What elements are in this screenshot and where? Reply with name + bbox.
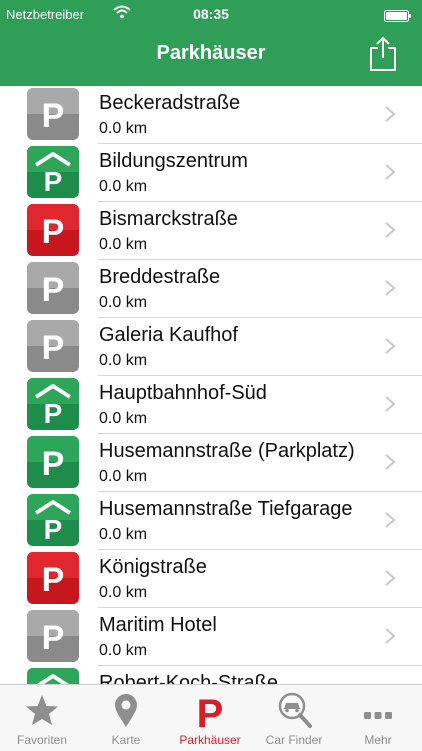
tab-label: Karte [111, 733, 141, 747]
list-item[interactable]: PRobert-Koch-Straße0.0 km [0, 666, 422, 684]
gray-parking-icon: P [27, 610, 79, 662]
tab-label: Mehr [364, 733, 392, 747]
list-item[interactable]: P Maritim Hotel 0.0 km [0, 608, 422, 666]
chevron-right-icon [384, 569, 396, 587]
list-item-distance: 0.0 km [99, 120, 148, 137]
list-item-distance: 0.0 km [99, 584, 148, 601]
list-item-name: Husemannstraße Tiefgarage [99, 498, 353, 520]
gray-parking-icon: P [27, 320, 79, 372]
list-item-name: Husemannstraße (Parkplatz) [99, 440, 355, 462]
chevron-right-icon [384, 511, 396, 529]
list-item[interactable]: P Galeria Kaufhof 0.0 km [0, 318, 422, 376]
list-item[interactable]: P Bildungszentrum 0.0 km [0, 144, 422, 202]
list-item-name: Galeria Kaufhof [99, 324, 238, 346]
tab-label: Parkhäuser [179, 733, 241, 747]
svg-text:P: P [44, 514, 63, 545]
chevron-right-icon [384, 395, 396, 413]
list-item-distance: 0.0 km [99, 294, 148, 311]
tab-parkhaeuser[interactable]: P Parkhäuser [168, 685, 252, 751]
status-bar: Netzbetreiber 08:35 [0, 0, 422, 30]
clock: 08:35 [193, 6, 229, 22]
list-item-distance: 0.0 km [99, 526, 148, 543]
list-item-distance: 0.0 km [99, 178, 148, 195]
tab-bar: Favoriten Karte P Parkhäuser Car Finder … [0, 684, 422, 751]
list-item-name: Königstraße [99, 556, 207, 578]
list-item-name: Hauptbahnhof-Süd [99, 382, 267, 404]
gray-parking-icon: P [27, 88, 79, 140]
share-button[interactable] [368, 36, 398, 72]
list-item-name: Robert-Koch-Straße [99, 672, 278, 684]
svg-text:P: P [42, 619, 65, 657]
green-parking-icon: P [27, 436, 79, 488]
chevron-right-icon [384, 163, 396, 181]
svg-text:P: P [42, 271, 65, 309]
car-search-icon [252, 691, 336, 729]
list-item-distance: 0.0 km [99, 468, 148, 485]
list-item[interactable]: P Breddestraße 0.0 km [0, 260, 422, 318]
more-dots-icon [336, 691, 420, 729]
list-item-name: Bildungszentrum [99, 150, 248, 172]
battery-icon [384, 9, 412, 22]
map-pin-icon [84, 691, 168, 729]
tab-favoriten[interactable]: Favoriten [0, 685, 84, 751]
list-item-name: Bismarckstraße [99, 208, 238, 230]
tab-mehr[interactable]: Mehr [336, 685, 420, 751]
list-item-distance: 0.0 km [99, 642, 148, 659]
list-item[interactable]: P Husemannstraße (Parkplatz) 0.0 km [0, 434, 422, 492]
chevron-right-icon [384, 221, 396, 239]
chevron-right-icon [384, 627, 396, 645]
green-parking-garage-icon: P [27, 668, 79, 684]
svg-text:P: P [197, 692, 224, 729]
list-item-name: Breddestraße [99, 266, 221, 288]
tab-karte[interactable]: Karte [84, 685, 168, 751]
list-item-distance: 0.0 km [99, 236, 148, 253]
star-icon [0, 691, 84, 729]
green-parking-garage-icon: P [27, 378, 79, 430]
green-parking-garage-icon: P [27, 146, 79, 198]
chevron-right-icon [384, 337, 396, 355]
list-item[interactable]: P Königstraße 0.0 km [0, 550, 422, 608]
list-item[interactable]: P Husemannstraße Tiefgarage 0.0 km [0, 492, 422, 550]
chevron-right-icon [384, 453, 396, 471]
green-parking-garage-icon: P [27, 494, 79, 546]
svg-text:P: P [42, 213, 65, 251]
list-item-name: Maritim Hotel [99, 614, 217, 636]
svg-text:P: P [42, 97, 65, 135]
tab-label: Car Finder [265, 733, 323, 747]
list-item[interactable]: P Hauptbahnhof-Süd 0.0 km [0, 376, 422, 434]
tab-car-finder[interactable]: Car Finder [252, 685, 336, 751]
svg-text:P: P [42, 561, 65, 599]
list-item-distance: 0.0 km [99, 352, 148, 369]
page-title: Parkhäuser [156, 42, 266, 64]
svg-text:P: P [44, 398, 63, 429]
gray-parking-icon: P [27, 262, 79, 314]
chevron-right-icon [384, 279, 396, 297]
red-parking-icon: P [27, 552, 79, 604]
svg-text:P: P [42, 329, 65, 367]
svg-text:P: P [42, 445, 65, 483]
list-item[interactable]: P Beckeradstraße 0.0 km [0, 86, 422, 144]
list-item-distance: 0.0 km [99, 410, 148, 427]
list-item[interactable]: P Bismarckstraße 0.0 km [0, 202, 422, 260]
parking-p-icon: P [168, 691, 252, 736]
parking-list: P Beckeradstraße 0.0 km P Bildungszentrum 0.0… [0, 86, 422, 684]
navigation-bar: Netzbetreiber 08:35 Parkhäuser [0, 0, 422, 86]
list-item-name: Beckeradstraße [99, 92, 241, 114]
svg-text:P: P [44, 166, 63, 197]
share-icon [370, 36, 396, 71]
chevron-right-icon [384, 105, 396, 123]
tab-label: Favoriten [16, 733, 68, 747]
red-parking-icon: P [27, 204, 79, 256]
